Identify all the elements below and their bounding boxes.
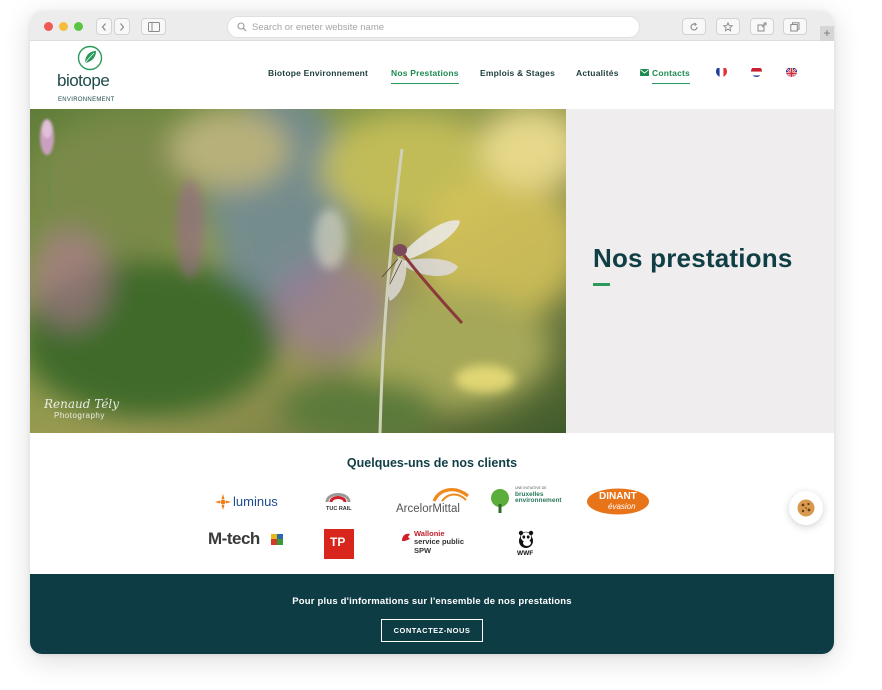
maximize-window-button[interactable] [74,22,83,31]
rooster-icon [402,533,410,541]
back-button[interactable] [96,18,112,35]
arcelormittal-icon [432,488,470,502]
footer-text: Pour plus d'informations sur l'ensemble … [292,596,572,607]
wallonie-subtext: service public [414,537,465,546]
client-logo-bruxelles-environnement: UNE INITIATIVE DE bruxelles environnemen… [485,484,575,520]
tabs-icon [790,22,800,32]
tabs-overview-button[interactable] [783,18,807,35]
photo-credit-signature: Renaud Tély [44,397,120,411]
arcelormittal-text: ArcelorMittal [396,503,460,515]
sidebar-toggle-button[interactable] [141,18,166,35]
wwf-text: WWF [517,550,534,557]
client-logo-luminus: luminus [205,484,293,520]
site-header: biotope ENVIRONNEMENT Biotope Environnem… [30,41,834,109]
bookmark-button[interactable] [716,18,740,35]
bruxelles-tagline: UNE INITIATIVE DE [515,486,547,490]
photo-credit: Renaud Tély Photography [44,397,119,420]
client-logo-tuc-rail: TUC RAIL [295,484,383,520]
sidebar-icon [147,22,160,32]
flag-en-icon[interactable] [786,66,797,77]
wallonie-code: SPW [414,546,432,555]
dinant-text: DINANT [599,491,637,502]
luminus-text: luminus [233,494,278,509]
envelope-icon [640,69,649,76]
leaf-logo-icon [77,45,103,71]
photo-credit-subtitle: Photography [54,411,105,420]
share-button[interactable] [750,18,774,35]
chevron-right-icon [120,23,125,31]
reload-button[interactable] [682,18,706,35]
footer-cta-section: Pour plus d'informations sur l'ensemble … [30,574,834,654]
new-tab-button[interactable]: + [820,26,834,41]
share-icon [757,22,767,32]
browser-toolbar: + [30,11,834,41]
close-window-button[interactable] [44,22,53,31]
contact-us-button[interactable]: CONTACTEZ-NOUS [381,619,483,642]
forward-button[interactable] [114,18,130,35]
client-logo-m-tech: M-tech [205,529,293,565]
client-logo-tp: TP [309,529,397,565]
nav-biotope-environnement[interactable]: Biotope Environnement [268,68,368,78]
tree-icon [491,489,509,513]
client-logo-wwf: WWF [480,529,570,565]
client-logo-wallonie: Wallonie service public SPW [393,529,489,565]
reload-icon [690,22,698,31]
address-input[interactable] [252,20,622,35]
flag-fr-icon[interactable] [716,66,727,77]
browser-window: + biotope ENVIRONNEMENT Biotope Environn… [30,11,834,654]
nav-emplois-stages[interactable]: Emplois & Stages [480,68,555,78]
flag-nl-icon[interactable] [751,66,762,77]
cookie-icon [797,499,815,517]
star-icon [723,22,733,32]
tuc-rail-icon [325,493,351,503]
clients-heading: Quelques-uns de nos clients [346,456,518,470]
search-icon [237,22,247,32]
nav-contacts[interactable]: Contacts [640,68,690,84]
chevron-left-icon [101,23,106,31]
address-bar[interactable] [227,16,640,38]
tuc-rail-text: TUC RAIL [326,506,352,512]
logo-subtitle: ENVIRONNEMENT [58,97,115,103]
luminus-icon [215,494,231,510]
panda-icon [518,530,534,548]
logo-wordmark: biotope [57,71,110,90]
contacts-label: Contacts [652,68,690,84]
client-logo-dinant-evasion: DINANT évasion [586,484,674,520]
nav-nos-prestations[interactable]: Nos Prestations [391,68,459,84]
minimize-window-button[interactable] [59,22,68,31]
m-tech-text: M-tech [208,529,260,548]
biotope-logo[interactable]: biotope ENVIRONNEMENT [52,44,128,106]
page-title: Nos prestations [593,243,793,273]
m-tech-flag-icon [271,534,283,545]
dinant-subtext: évasion [608,502,636,511]
title-underline [593,283,610,286]
hero-title-panel: Nos prestations [566,109,834,433]
cookie-settings-button[interactable] [789,491,823,525]
hero-dragonfly-image: Renaud Tély Photography [30,109,566,433]
tp-text: TP [330,535,346,549]
client-logo-arcelormittal: ArcelorMittal [392,484,492,520]
nav-actualites[interactable]: Actualités [576,68,619,78]
bruxelles-text: bruxelles environnement [515,491,562,504]
